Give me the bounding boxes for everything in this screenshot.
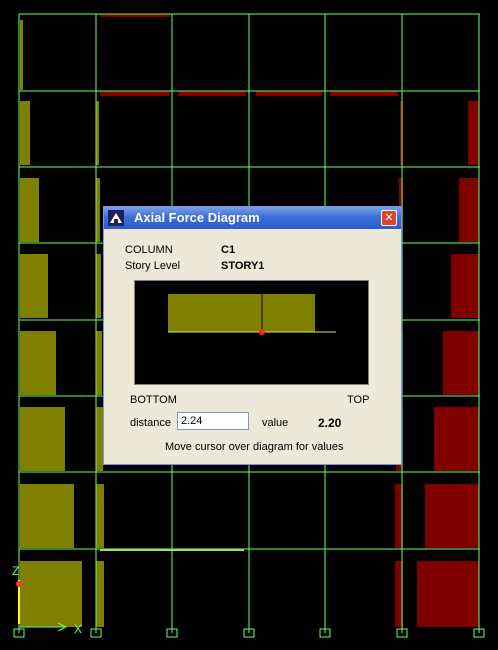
dialog-titlebar[interactable]: Axial Force Diagram ✕ bbox=[104, 207, 401, 229]
hint-text: Move cursor over diagram for values bbox=[165, 441, 344, 453]
distance-input[interactable] bbox=[177, 412, 249, 430]
axial-force-diagram[interactable] bbox=[135, 281, 368, 384]
force-fill bbox=[168, 294, 315, 332]
axial-force-diagram-panel[interactable] bbox=[134, 280, 369, 385]
column-value: C1 bbox=[221, 244, 236, 256]
column-label: COLUMN bbox=[125, 244, 173, 256]
close-icon[interactable]: ✕ bbox=[381, 210, 397, 226]
top-label: TOP bbox=[347, 394, 370, 406]
z-axis-label: Z bbox=[12, 564, 19, 578]
right-column-force-diagram bbox=[417, 101, 479, 627]
cursor-marker bbox=[259, 329, 265, 335]
value-readout: 2.20 bbox=[318, 416, 342, 430]
left-column-force-diagram bbox=[20, 20, 82, 627]
app-icon bbox=[108, 210, 124, 226]
value-label: value bbox=[262, 417, 289, 429]
distance-label: distance bbox=[130, 417, 171, 429]
bottom-label: BOTTOM bbox=[130, 394, 177, 406]
story-level-value: STORY1 bbox=[221, 260, 265, 272]
axial-force-dialog[interactable]: Axial Force Diagram ✕ COLUMN C1 Story Le… bbox=[103, 206, 402, 465]
x-axis-label: X bbox=[74, 622, 82, 636]
dialog-title: Axial Force Diagram bbox=[134, 210, 260, 225]
story-level-label: Story Level bbox=[125, 260, 181, 272]
